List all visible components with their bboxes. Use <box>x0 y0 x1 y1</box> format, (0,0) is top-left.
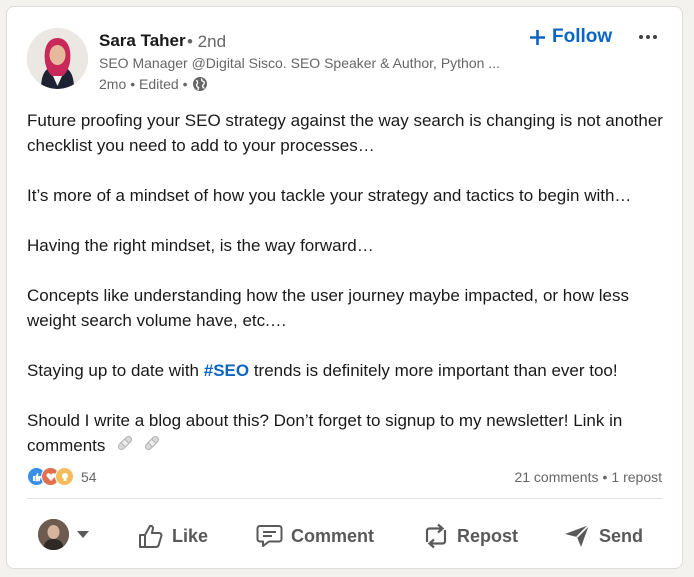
repost-label: Repost <box>457 525 519 546</box>
post-text-segment: Staying up to date with <box>27 361 204 380</box>
reaction-icons <box>27 467 74 486</box>
plus-icon <box>529 29 546 46</box>
comment-icon <box>256 524 283 548</box>
repost-button[interactable]: Repost <box>423 507 518 565</box>
post-meta: 2mo • Edited • <box>99 76 208 92</box>
author-name[interactable]: Sara Taher <box>99 31 186 51</box>
bandage-emoji-icon <box>116 434 134 459</box>
hashtag-link[interactable]: #SEO <box>204 361 249 380</box>
post-paragraph: Future proofing your SEO strategy agains… <box>27 111 663 155</box>
post-paragraph: Concepts like understanding how the user… <box>27 286 629 330</box>
comment-button[interactable]: Comment <box>256 507 374 565</box>
author-headline: SEO Manager @Digital Sisco. SEO Speaker … <box>99 55 500 71</box>
feed-post-card: Sara Taher • 2nd SEO Manager @Digital Si… <box>6 6 683 569</box>
connection-degree: • 2nd <box>187 32 227 51</box>
post-paragraph: Having the right mindset, is the way for… <box>27 236 374 255</box>
follow-button[interactable]: Follow <box>529 24 612 50</box>
reactions-summary[interactable]: 54 <box>27 467 97 486</box>
comments-count[interactable]: 21 comments <box>514 469 598 485</box>
thumbs-up-icon <box>138 523 164 549</box>
follow-label: Follow <box>552 26 613 47</box>
send-label: Send <box>599 525 644 546</box>
social-actions-bar: Like Comment Repost Send <box>7 507 682 565</box>
bandage-emoji-icon <box>143 434 161 459</box>
insightful-icon <box>55 467 74 486</box>
separator: • <box>602 469 608 485</box>
post-paragraph: Should I write a blog about this? Don’t … <box>27 408 667 459</box>
reaction-count: 54 <box>81 468 97 485</box>
post-paragraph: It’s more of a mindset of how you tackle… <box>27 186 632 205</box>
divider <box>27 498 662 499</box>
post-text-segment: trends is definitely more important than… <box>249 361 618 380</box>
comment-label: Comment <box>291 525 375 546</box>
like-button[interactable]: Like <box>138 507 208 565</box>
social-counts: 21 comments • 1 repost <box>514 469 662 485</box>
send-button[interactable]: Send <box>563 507 643 565</box>
author-avatar[interactable] <box>27 28 88 89</box>
post-time: 2mo <box>99 76 127 92</box>
repost-icon <box>423 522 449 550</box>
more-options-icon[interactable] <box>633 27 663 47</box>
repost-count[interactable]: 1 repost <box>611 469 662 485</box>
avatar <box>38 519 69 550</box>
send-icon <box>563 523 591 549</box>
globe-icon <box>192 76 208 92</box>
post-paragraph: Staying up to date with #SEO trends is d… <box>27 358 667 383</box>
actor-selector[interactable] <box>38 519 89 550</box>
chevron-down-icon <box>77 530 89 539</box>
edited-label: • Edited • <box>130 76 188 92</box>
like-label: Like <box>172 525 209 546</box>
post-text: Future proofing your SEO strategy agains… <box>27 108 667 459</box>
